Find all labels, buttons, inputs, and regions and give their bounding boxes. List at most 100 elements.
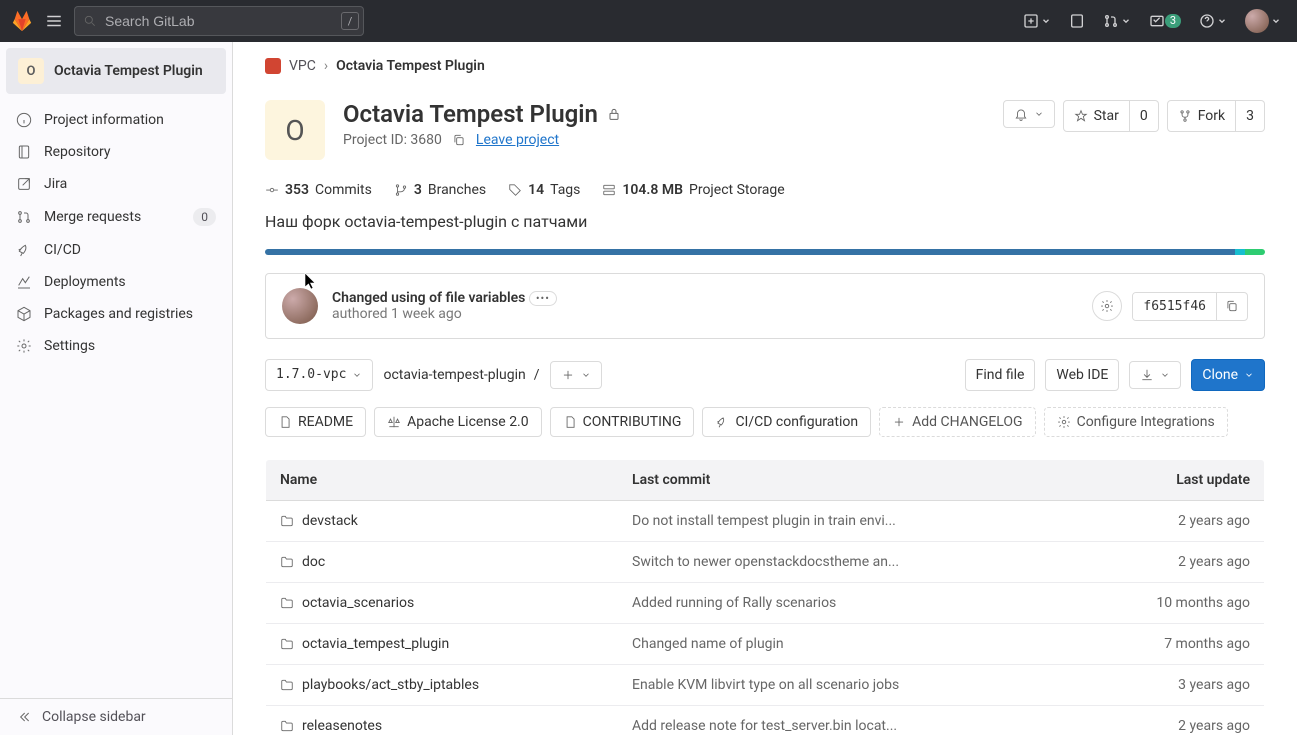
project-description: Наш форк octavia-tempest-plugin с патчам…: [265, 212, 1265, 231]
repo-icon: [16, 144, 32, 160]
notification-dropdown[interactable]: [1003, 100, 1055, 128]
branch-selector[interactable]: 1.7.0-vpc: [265, 359, 373, 391]
project-title: Octavia Tempest Plugin: [343, 100, 622, 128]
chip-contributing[interactable]: CONTRIBUTING: [550, 407, 695, 437]
file-name-text: octavia_tempest_plugin: [302, 636, 449, 652]
language-bar[interactable]: [265, 249, 1265, 255]
chevron-down-icon: [1244, 370, 1254, 380]
sidebar-item-merge-requests[interactable]: Merge requests0: [0, 200, 232, 234]
sidebar-item-packages-and-registries[interactable]: Packages and registries: [0, 298, 232, 330]
chevron-down-icon: [1034, 109, 1044, 119]
plus-icon: [892, 415, 906, 429]
sidebar-item-settings[interactable]: Settings: [0, 330, 232, 362]
sidebar-item-label: Packages and registries: [44, 306, 193, 322]
nav-merge-requests-icon[interactable]: [1103, 13, 1131, 29]
project-quick-links: README Apache License 2.0 CONTRIBUTING C…: [265, 407, 1265, 437]
deploy-icon: [16, 274, 32, 290]
table-row[interactable]: playbooks/act_stby_iptablesEnable KVM li…: [266, 665, 1265, 706]
gitlab-logo-icon[interactable]: [10, 9, 34, 33]
sidebar-item-label: Project information: [44, 112, 164, 128]
table-row[interactable]: octavia_scenariosAdded running of Rally …: [266, 583, 1265, 624]
chevron-left-icon: [16, 709, 32, 725]
chevron-down-icon: [581, 370, 591, 380]
download-dropdown[interactable]: [1129, 361, 1181, 389]
file-last-commit[interactable]: Add release note for test_server.bin loc…: [618, 706, 1075, 735]
sidebar-item-label: Jira: [44, 176, 67, 192]
chip-readme[interactable]: README: [265, 407, 366, 437]
nav-user-menu[interactable]: [1245, 9, 1281, 33]
commit-sha[interactable]: f6515f46: [1133, 293, 1216, 320]
breadcrumb-group-link[interactable]: VPC: [289, 58, 316, 74]
stat-commits[interactable]: 353 Commits: [265, 182, 372, 198]
folder-icon: [280, 719, 294, 733]
sidebar-project-context[interactable]: O Octavia Tempest Plugin: [6, 48, 226, 94]
sidebar-item-deployments[interactable]: Deployments: [0, 266, 232, 298]
sidebar-count-badge: 0: [193, 208, 216, 226]
stat-storage[interactable]: 104.8 MB Project Storage: [602, 182, 784, 198]
commit-message[interactable]: Changed using of file variables: [332, 290, 525, 306]
leave-project-link[interactable]: Leave project: [476, 132, 559, 148]
rocket-icon: [715, 415, 729, 429]
chevron-right-icon: ›: [324, 58, 328, 74]
sidebar-project-name: Octavia Tempest Plugin: [54, 63, 203, 79]
sidebar-item-label: Repository: [44, 144, 110, 160]
last-commit-card: Changed using of file variables ••• auth…: [265, 273, 1265, 339]
menu-icon[interactable]: [42, 9, 66, 33]
ci-status-icon[interactable]: [1092, 291, 1122, 321]
sidebar-item-jira[interactable]: Jira: [0, 168, 232, 200]
commit-meta: authored 1 week ago: [332, 306, 557, 322]
chip-cicd[interactable]: CI/CD configuration: [702, 407, 871, 437]
file-last-commit[interactable]: Enable KVM libvirt type on all scenario …: [618, 665, 1075, 706]
web-ide-button[interactable]: Web IDE: [1045, 359, 1119, 391]
tree-add-dropdown[interactable]: [550, 361, 602, 389]
star-button[interactable]: Star: [1063, 100, 1130, 132]
nav-issues-icon[interactable]: [1069, 13, 1085, 29]
file-last-commit[interactable]: Added running of Rally scenarios: [618, 583, 1075, 624]
user-avatar-icon: [1245, 9, 1269, 33]
fork-count[interactable]: 3: [1236, 100, 1265, 132]
table-row[interactable]: releasenotes Add release note for test_se…: [266, 706, 1265, 735]
clone-dropdown[interactable]: Clone: [1191, 359, 1265, 391]
download-icon: [1140, 368, 1154, 382]
lang-segment: [1245, 249, 1265, 255]
chip-add-changelog[interactable]: Add CHANGELOG: [879, 407, 1036, 437]
commit-more-button[interactable]: •••: [529, 291, 557, 306]
find-file-button[interactable]: Find file: [965, 359, 1036, 391]
sidebar-item-ci-cd[interactable]: CI/CD: [0, 234, 232, 266]
file-last-update: 2 years ago: [1075, 706, 1264, 735]
tree-path-root[interactable]: octavia-tempest-plugin: [383, 367, 525, 383]
file-last-commit[interactable]: Changed name of plugin: [618, 624, 1075, 665]
file-last-update: 2 years ago: [1075, 542, 1264, 583]
table-row[interactable]: octavia_tempest_plugin Changed name of pl…: [266, 624, 1265, 665]
nav-help-icon[interactable]: [1199, 13, 1227, 29]
doc-icon: [278, 415, 292, 429]
sidebar-item-repository[interactable]: Repository: [0, 136, 232, 168]
search-input[interactable]: [103, 12, 335, 30]
stat-branches[interactable]: 3 Branches: [394, 182, 486, 198]
file-name-text: releasenotes: [302, 718, 382, 734]
copy-icon[interactable]: [452, 133, 466, 147]
collapse-sidebar-button[interactable]: Collapse sidebar: [0, 699, 232, 735]
tree-path: octavia-tempest-plugin /: [383, 367, 539, 383]
file-last-commit[interactable]: Do not install tempest plugin in train e…: [618, 501, 1075, 542]
chip-license[interactable]: Apache License 2.0: [374, 407, 542, 437]
chip-configure-integrations[interactable]: Configure Integrations: [1044, 407, 1228, 437]
star-count[interactable]: 0: [1130, 100, 1159, 132]
nav-plus-dropdown[interactable]: [1023, 13, 1051, 29]
commit-author-avatar[interactable]: [282, 288, 318, 324]
collapse-sidebar-label: Collapse sidebar: [42, 709, 146, 725]
copy-sha-button[interactable]: [1216, 293, 1247, 320]
gear-icon: [1100, 299, 1114, 313]
table-row[interactable]: devstackDo not install tempest plugin in…: [266, 501, 1265, 542]
search-shortcut-hint: /: [341, 12, 359, 30]
file-last-update: 2 years ago: [1075, 501, 1264, 542]
global-search[interactable]: /: [74, 6, 364, 36]
fork-button[interactable]: Fork: [1167, 100, 1236, 132]
table-row[interactable]: docSwitch to newer openstackdocstheme an…: [266, 542, 1265, 583]
breadcrumb-group-avatar: [265, 58, 281, 74]
file-last-commit[interactable]: Switch to newer openstackdocstheme an...: [618, 542, 1075, 583]
sidebar-item-project-information[interactable]: Project information: [0, 104, 232, 136]
sidebar-item-label: CI/CD: [44, 242, 81, 258]
nav-todos-icon[interactable]: 3: [1149, 13, 1181, 29]
stat-tags[interactable]: 14 Tags: [508, 182, 580, 198]
